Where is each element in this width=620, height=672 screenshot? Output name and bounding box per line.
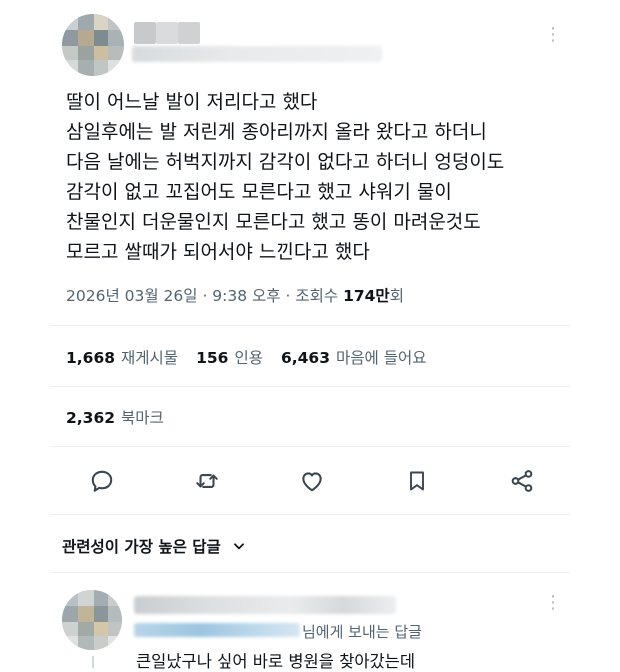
bookmark-button[interactable] [400,464,434,498]
chevron-down-icon [234,543,245,550]
reposts-stat[interactable]: 1,668 재게시물 [66,349,196,367]
post-timestamp[interactable]: 2026년 03월 26일 · 9:38 오후 · 조회수 174만회 [66,284,404,306]
view-count: 174만 [343,287,390,305]
divider [50,386,570,387]
bookmarks-count: 2,362 [66,409,116,427]
reply-button[interactable] [85,464,119,498]
quotes-count: 156 [196,349,229,367]
thread-line [92,656,94,668]
post-text-line: 찬물인지 더운물인지 모른다고 했고 똥이 마려운것도 [66,211,481,233]
engagement-stats: 1,668 재게시물 156 인용 6,463 마음에 들어요 [66,346,445,368]
divider [50,325,570,326]
author-avatar[interactable] [62,14,124,76]
divider [50,572,570,573]
author-name-redacted[interactable] [134,22,224,44]
reply-author-avatar[interactable] [62,590,122,650]
post-text-line: 삼일후에는 발 저린게 종아리까지 올라 왔다고 하더니 [66,121,487,143]
timestamp-text: 2026년 03월 26일 · 9:38 오후 · 조회수 [66,287,344,305]
reply-text: 큰일났구나 싶어 바로 병원을 찾아갔는데 [136,652,416,671]
post-text-line: 모르고 쌀때가 되어서야 느낀다고 했다 [66,241,370,263]
bookmarks-stat[interactable]: 2,362 북마크 [66,406,182,428]
reply-author-name-redacted[interactable] [134,596,396,614]
likes-label: 마음에 들어요 [336,349,427,367]
post-text-line: 딸이 어느날 발이 저리다고 했다 [66,91,318,113]
reply-more-options-icon[interactable]: ⋮ [544,594,562,612]
share-icon [511,470,533,492]
reposts-label: 재게시물 [121,349,179,367]
divider [50,514,570,515]
post-text-line: 다음 날에는 허벅지까지 감각이 없다고 하더니 엉덩이도 [66,151,505,173]
reply-sort-label: 관련성이 가장 높은 답글 [62,538,221,556]
share-button[interactable] [505,464,539,498]
quotes-label: 인용 [234,349,263,367]
reply-icon [91,470,113,492]
repost-icon [196,474,218,488]
likes-stat[interactable]: 6,463 마음에 들어요 [281,349,445,367]
like-icon [302,472,322,492]
bookmarks-label: 북마크 [121,409,164,427]
bookmark-icon [410,471,424,491]
reposts-count: 1,668 [66,349,116,367]
likes-count: 6,463 [280,349,330,367]
quotes-stat[interactable]: 156 인용 [196,349,281,367]
like-button[interactable] [295,464,329,498]
more-options-icon[interactable]: ⋮ [544,26,562,44]
repost-button[interactable] [190,464,224,498]
post-text-line: 감각이 없고 꼬집어도 모른다고 했고 샤워기 물이 [66,181,452,203]
replying-to-label: 님에게 보내는 답글 [302,623,422,641]
divider [50,446,570,447]
mention-handle-redacted[interactable] [134,623,300,637]
reply-sort-dropdown[interactable]: 관련성이 가장 높은 답글 [62,535,246,557]
view-unit: 회 [389,287,404,305]
author-handle-redacted[interactable] [132,46,382,62]
